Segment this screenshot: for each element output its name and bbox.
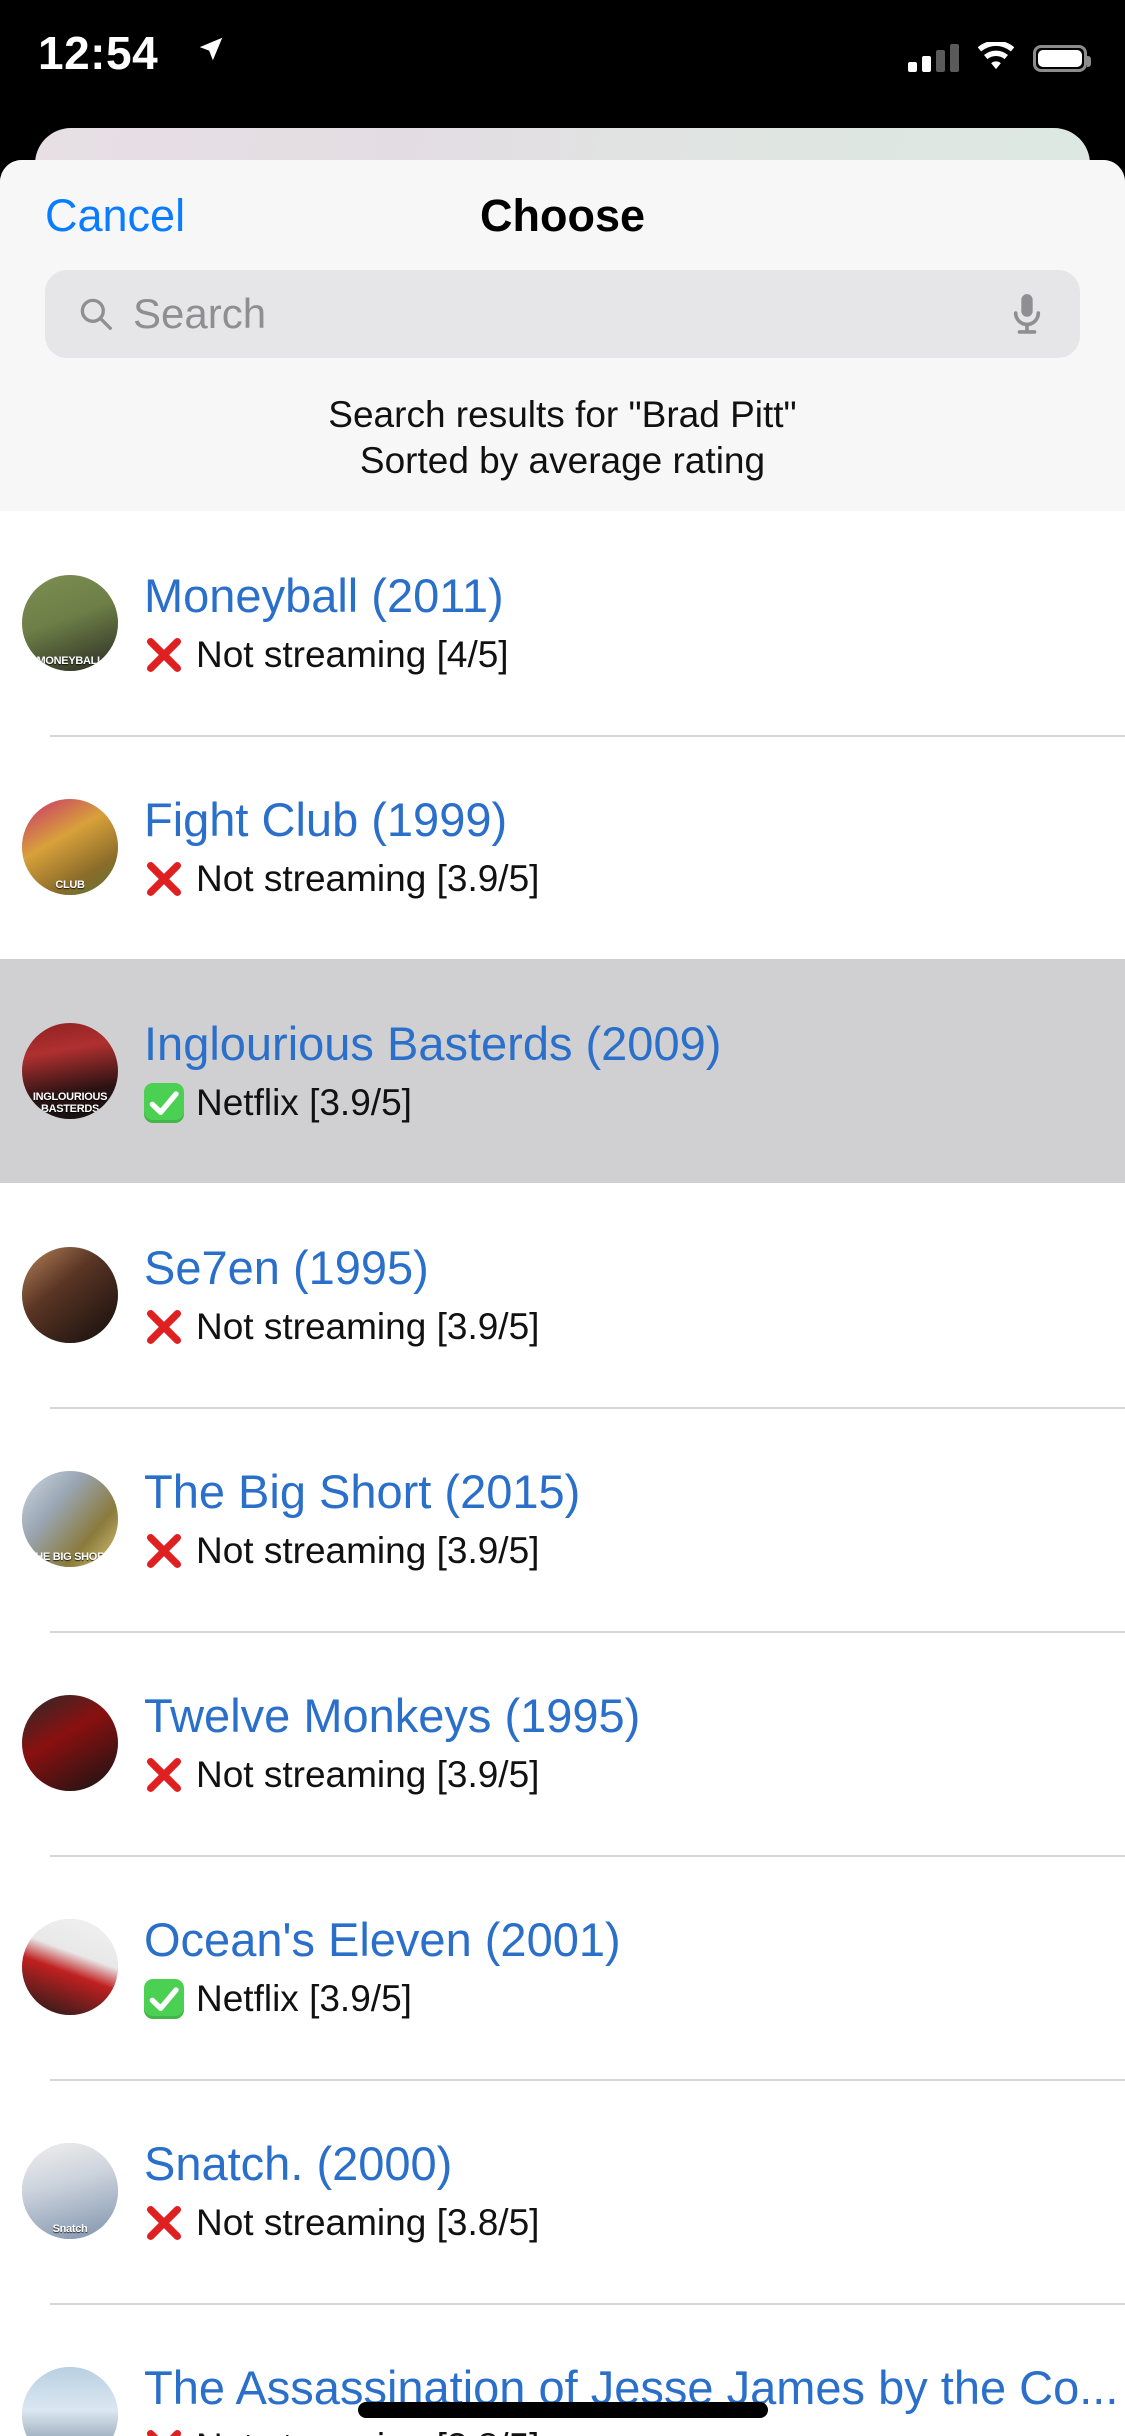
availability-line: Not streaming [3.9/5] — [144, 1754, 1125, 1796]
navigation-bar: Cancel Choose — [0, 160, 1125, 270]
search-input[interactable] — [45, 270, 920, 358]
movie-title-link[interactable]: Moneyball (2011) — [144, 569, 1125, 623]
results-query-line: Search results for "Brad Pitt" — [328, 394, 797, 435]
row-text-container: The Assassination of Jesse James by the … — [144, 2361, 1125, 2436]
row-text-container: Moneyball (2011) Not streaming [4/5] — [144, 569, 1125, 675]
cellular-signal-icon — [908, 42, 959, 72]
table-row[interactable]: CLUB Fight Club (1999) Not streaming [3.9/… — [0, 734, 1125, 959]
cross-mark-icon — [144, 1755, 184, 1795]
movie-title-link[interactable]: Snatch. (2000) — [144, 2137, 1125, 2191]
availability-status-text: Not streaming [3.9/5] — [196, 1529, 540, 1571]
availability-status-text: Not streaming [3.9/5] — [196, 1753, 540, 1795]
check-mark-icon — [144, 1978, 184, 2019]
movie-title-link[interactable]: Twelve Monkeys (1995) — [144, 1689, 1125, 1743]
status-bar-indicators — [908, 32, 1091, 72]
availability-line: Not streaming [3.9/5] — [144, 858, 1125, 900]
availability-line: Not streaming [3.8/5] — [144, 2202, 1125, 2244]
movie-poster-thumbnail — [22, 1918, 118, 2015]
availability-status-text: Not streaming [3.9/5] — [196, 857, 540, 899]
results-sort-line: Sorted by average rating — [359, 440, 766, 482]
home-indicator[interactable] — [357, 2402, 768, 2418]
row-text-container: Inglourious Basterds (2009) Netflix [3.9/… — [144, 1017, 1125, 1123]
movie-title-link[interactable]: The Big Short (2015) — [144, 1465, 1125, 1519]
availability-status-text: Not streaming [3.8/5] — [196, 2426, 539, 2436]
availability-status-text: Not streaming [4/5] — [196, 633, 509, 675]
cross-mark-icon — [144, 2427, 184, 2436]
poster-title-text: MONEYBALL — [36, 654, 104, 667]
movie-poster-thumbnail: JESSE JAMES — [22, 2366, 118, 2436]
table-row[interactable]: MONEYBALL Moneyball (2011) Not streaming [… — [0, 510, 1125, 735]
cross-mark-icon — [144, 1307, 184, 1347]
movie-poster-thumbnail: THE BIG SHORT — [22, 1470, 118, 1567]
movie-poster-thumbnail: INGLOURIOUS BASTERDS — [22, 1022, 118, 1119]
sheet-header: Cancel Choose Search Search results for … — [0, 160, 1125, 511]
table-row[interactable]: THE BIG SHORT The Big Short (2015) Not str… — [0, 1406, 1125, 1631]
cross-mark-icon — [144, 2203, 184, 2243]
movie-poster-thumbnail — [22, 1246, 118, 1343]
location-arrow-icon — [199, 37, 223, 61]
movie-title-link[interactable]: Se7en (1995) — [144, 1241, 1125, 1295]
availability-status-text: Netflix [3.9/5] — [196, 1081, 412, 1123]
search-icon — [80, 298, 112, 330]
table-row[interactable]: Se7en (1995) Not streaming [3.9/5] — [0, 1182, 1125, 1407]
status-bar-time: 12:54 — [38, 27, 159, 79]
row-text-container: Twelve Monkeys (1995) Not streaming [3.9/… — [144, 1689, 1125, 1795]
choose-sheet: Cancel Choose Search Search results for … — [0, 160, 1125, 2436]
availability-line: Not streaming [3.9/5] — [144, 1530, 1125, 1572]
check-mark-icon — [144, 1082, 184, 1123]
table-row[interactable]: Ocean's Eleven (2001) Netflix [3.9/5] — [0, 1854, 1125, 2079]
movie-poster-thumbnail: CLUB — [22, 798, 118, 895]
row-text-container: The Big Short (2015) Not streaming [3.9/5… — [144, 1465, 1125, 1571]
table-row[interactable]: INGLOURIOUS BASTERDS Inglourious Basterds… — [0, 958, 1125, 1183]
availability-line: Netflix [3.9/5] — [144, 1082, 1125, 1124]
phone-screen: 12:54 Cancel Choose Search Search result… — [0, 0, 1125, 2436]
row-text-container: Se7en (1995) Not streaming [3.9/5] — [144, 1241, 1125, 1347]
poster-title-text: Snatch — [52, 2222, 88, 2235]
row-text-container: Snatch. (2000) Not streaming [3.8/5] — [144, 2137, 1125, 2243]
availability-status-text: Netflix [3.9/5] — [196, 1977, 412, 2019]
movie-poster-thumbnail: Snatch — [22, 2142, 118, 2239]
status-bar: 12:54 — [0, 0, 1125, 132]
search-results-list: MONEYBALL Moneyball (2011) Not streaming [… — [0, 510, 1125, 2436]
availability-line: Not streaming [3.9/5] — [144, 1306, 1125, 1348]
availability-line: Not streaming [4/5] — [144, 634, 1125, 676]
movie-poster-thumbnail — [22, 1694, 118, 1791]
microphone-icon[interactable] — [1010, 291, 1044, 337]
availability-line: Netflix [3.9/5] — [144, 1978, 1125, 2020]
movie-title-link[interactable]: Inglourious Basterds (2009) — [144, 1017, 1125, 1071]
page-title: Choose — [479, 190, 645, 241]
row-text-container: Fight Club (1999) Not streaming [3.9/5] — [144, 793, 1125, 899]
table-row[interactable]: Twelve Monkeys (1995) Not streaming [3.9/… — [0, 1630, 1125, 1855]
search-bar-container — [0, 270, 1125, 358]
movie-title-link[interactable]: Ocean's Eleven (2001) — [144, 1913, 1125, 1967]
availability-status-text: Not streaming [3.9/5] — [196, 1305, 540, 1347]
search-bar[interactable] — [45, 270, 1080, 358]
row-text-container: Ocean's Eleven (2001) Netflix [3.9/5] — [144, 1913, 1125, 2019]
poster-title-text: INGLOURIOUS BASTERDS — [32, 1090, 108, 1115]
availability-line: Not streaming [3.8/5] — [144, 2426, 1125, 2436]
cross-mark-icon — [144, 1531, 184, 1571]
wifi-icon — [977, 42, 1015, 70]
cross-mark-icon — [144, 859, 184, 899]
poster-title-text: THE BIG SHORT — [28, 1550, 112, 1563]
movie-poster-thumbnail: MONEYBALL — [22, 574, 118, 671]
availability-status-text: Not streaming [3.8/5] — [196, 2201, 540, 2243]
poster-title-text: CLUB — [55, 878, 85, 891]
battery-full-icon — [1033, 45, 1091, 72]
cross-mark-icon — [144, 635, 184, 675]
results-summary: Search results for "Brad Pitt" Sorted by… — [0, 358, 1125, 511]
table-row[interactable]: Snatch Snatch. (2000) Not streaming [3.8/5… — [0, 2078, 1125, 2303]
movie-title-link[interactable]: Fight Club (1999) — [144, 793, 1125, 847]
